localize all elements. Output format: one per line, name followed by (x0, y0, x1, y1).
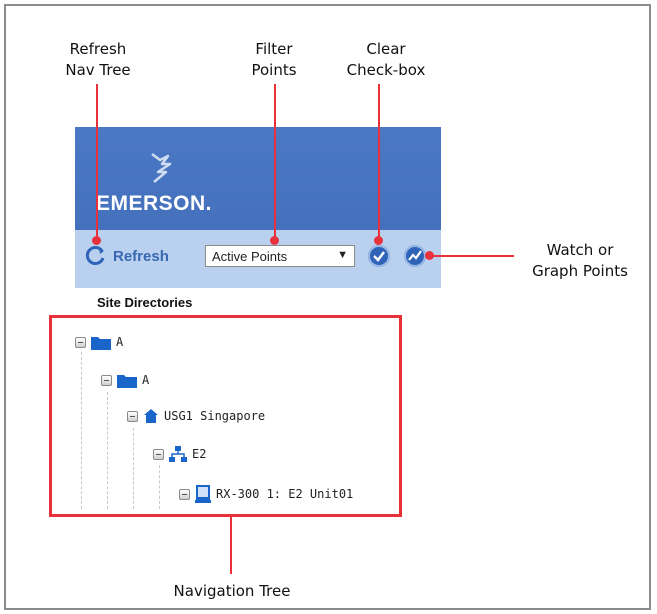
clear-checkbox-button[interactable] (368, 245, 390, 267)
collapse-toggle-icon[interactable] (127, 410, 138, 422)
tree-node-a[interactable]: A (101, 370, 149, 390)
callout-refresh-nav-tree: Refresh Nav Tree (65, 40, 131, 79)
pointer-dot-filter (270, 236, 279, 245)
graph-circle-icon (408, 250, 422, 261)
tree-node-label: RX-300 1: E2 Unit01 (216, 487, 354, 501)
tree-guide-line (81, 352, 82, 509)
collapse-toggle-icon[interactable] (75, 336, 86, 348)
tree-node-root-a[interactable]: A (75, 332, 123, 352)
checkmark-circle-icon (373, 251, 385, 262)
filter-points-select[interactable]: Active Points ▼ (205, 245, 355, 267)
tree-node-label: USG1 Singapore (164, 409, 266, 423)
refresh-button[interactable]: Refresh (85, 243, 169, 269)
dropdown-arrow-icon: ▼ (337, 249, 348, 261)
collapse-toggle-icon[interactable] (179, 488, 190, 500)
callout-clear-checkbox: Clear Check-box (346, 40, 426, 79)
tree-guide-line (107, 392, 108, 509)
pointer-dot-refresh (92, 236, 101, 245)
callout-navigation-tree: Navigation Tree (173, 582, 291, 600)
collapse-toggle-icon[interactable] (153, 448, 164, 460)
pointer-dot-watch (425, 251, 434, 260)
tree-guide-line (133, 428, 134, 509)
pointer-line-filter (274, 84, 276, 238)
pointer-dot-clear (374, 236, 383, 245)
site-directories-heading: Site Directories (97, 295, 193, 310)
folder-icon (117, 374, 137, 388)
filter-selected-value: Active Points (212, 248, 288, 264)
tree-node-label: E2 (192, 447, 207, 461)
watch-graph-points-button[interactable] (404, 245, 426, 267)
folder-icon (91, 336, 111, 350)
pointer-line-clear (378, 84, 380, 238)
tree-node-controller[interactable]: E2 (153, 444, 206, 464)
tree-guide-line (159, 465, 160, 509)
tree-node-device[interactable]: RX-300 1: E2 Unit01 (179, 484, 353, 504)
tree-node-site[interactable]: USG1 Singapore (127, 406, 265, 426)
tree-node-label: A (116, 335, 124, 349)
pointer-line-refresh (96, 84, 98, 238)
emerson-logo-mark-icon (151, 153, 172, 183)
tree-node-label: A (142, 373, 150, 387)
device-icon (195, 485, 211, 503)
site-house-icon (144, 409, 158, 423)
pointer-line-tree (230, 517, 232, 574)
callout-filter-points: Filter Points (251, 40, 297, 79)
emerson-logo: EMERSON. (96, 192, 213, 215)
callout-watch-graph-points: Watch or Graph Points (532, 241, 628, 280)
refresh-label: Refresh (113, 247, 169, 265)
collapse-toggle-icon[interactable] (101, 374, 112, 386)
pointer-line-watch (430, 255, 514, 257)
network-controller-icon (169, 446, 187, 462)
refresh-icon (85, 246, 105, 265)
